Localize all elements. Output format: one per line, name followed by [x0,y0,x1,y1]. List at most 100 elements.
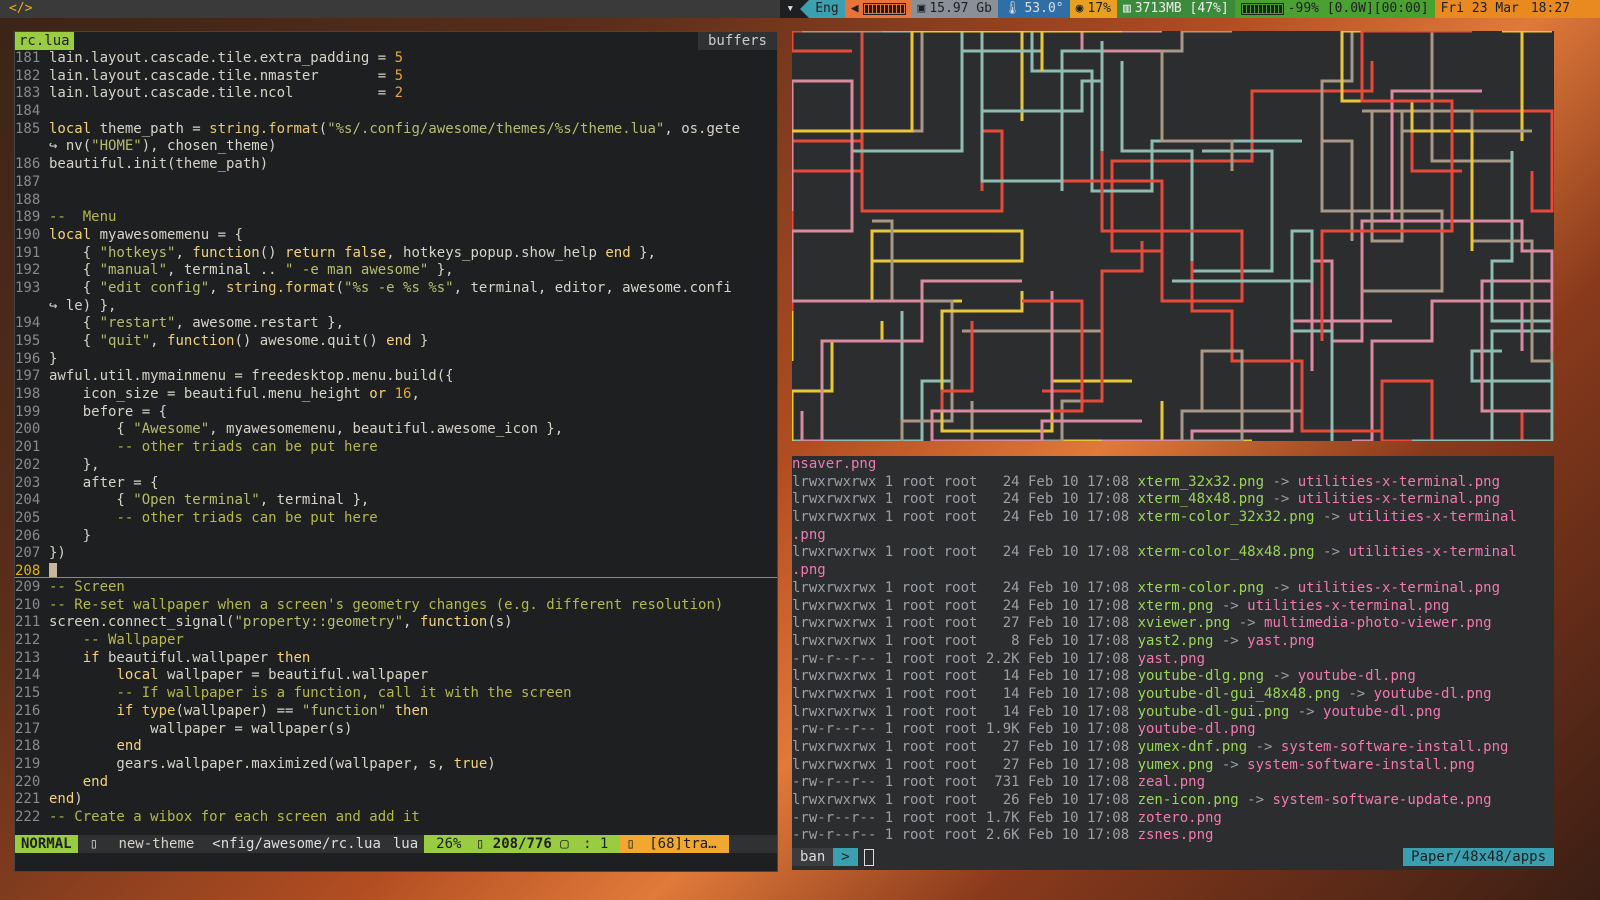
line-text: gears.wallpaper.maximized(wallpaper, s, … [49,755,496,772]
ls-line: -rw-r--r-- 1 root root 2.6K Feb 10 17:08… [792,827,1214,844]
code-line[interactable]: 195 { "quit", function() awesome.quit() … [15,333,777,351]
code-line[interactable]: 182 lain.layout.cascade.tile.nmaster = 5 [15,68,777,86]
cpu-icon: ◉ [1075,1,1084,16]
ls-line: -rw-r--r-- 1 root root 1.9K Feb 10 17:08… [792,721,1256,738]
code-line[interactable]: 200 { "Awesome", myawesomemenu, beautifu… [15,421,777,439]
code-line[interactable]: 209 -- Screen [15,579,777,597]
volume-widget[interactable]: ◀ [844,0,912,18]
code-line[interactable]: 186 beautiful.init(theme_path) [15,156,777,174]
code-line[interactable]: 206 } [15,528,777,546]
pipe-segment [1190,261,1382,433]
keyboard-layout[interactable]: Eng [809,0,845,18]
column-value: : 1 [583,836,609,852]
pipe-segment [1022,241,1144,403]
line-text: { "manual", terminal .. " -e man awesome… [49,262,454,279]
code-line[interactable]: 217 wallpaper = wallpaper(s) [15,721,777,739]
pipes-terminal[interactable] [792,31,1554,441]
code-line[interactable]: 214 local wallpaper = beautiful.wallpape… [15,667,777,685]
code-line[interactable]: 185 local theme_path = string.format("%s/… [15,121,777,139]
code-line[interactable]: 201 -- other triads can be put here [15,439,777,457]
line-number: 193 [15,279,41,296]
line-number: 215 [15,685,41,702]
code-line[interactable]: 198 icon_size = beautiful.menu_height or… [15,386,777,404]
code-line[interactable]: 184 [15,103,777,121]
pipe-segment [1470,329,1554,441]
pipe-segment [1502,31,1552,141]
buffers-label[interactable]: buffers [697,32,777,50]
code-line[interactable]: 219 gears.wallpaper.maximized(wallpaper,… [15,756,777,774]
line-text: { "quit", function() awesome.quit() end … [49,333,429,349]
code-line[interactable]: 205 -- other triads can be put here [15,510,777,528]
thermometer-icon: 🌡 [1003,1,1021,16]
clock-widget[interactable]: 18:27 [1524,0,1600,18]
line-number: 181 [15,50,41,66]
code-line[interactable]: 190 local myawesomemenu = { [15,227,777,245]
file-listing-terminal[interactable]: nsaver.png lrwxrwxrwx 1 root root 24 Feb … [792,456,1554,870]
battery-value: -99% [0.0W][00:00] [1287,1,1429,16]
code-line[interactable]: 188 [15,192,777,210]
mode-indicator: NORMAL [15,835,78,853]
line-text: -- Screen [49,579,125,595]
line-text: -- Create a wibox for each screen and ad… [49,808,420,825]
tag-code[interactable]: </> [0,0,780,18]
code-line[interactable]: 216 if type(wallpaper) == "function" the… [15,703,777,721]
code-line[interactable]: 191 { "hotkeys", function() return false… [15,245,777,263]
mem-widget: ▥ 3713MB [47%] [1116,0,1235,18]
line-text: beautiful.init(theme_path) [49,156,269,173]
line-text: { "Open terminal", terminal }, [49,492,370,509]
file-tab[interactable]: rc.lua [15,32,74,50]
code-line[interactable]: 204 { "Open terminal", terminal }, [15,492,777,510]
code-pane-top[interactable]: 181 lain.layout.cascade.tile.extra_paddin… [15,50,777,581]
code-line[interactable]: 194 { "restart", awesome.restart }, [15,315,777,333]
ls-output: nsaver.png lrwxrwxrwx 1 root root 24 Feb … [792,456,1554,845]
line-text: -- Re-set wallpaper when a screen's geom… [49,596,724,613]
branch-name: new-theme [118,836,195,852]
disk-value: 15.97 Gb [929,1,992,16]
pipe-segment [930,291,1142,441]
code-line[interactable]: ↪ nv("HOME"), chosen_theme) [15,138,777,156]
code-line[interactable]: 199 before = { [15,404,777,422]
layout-indicator[interactable]: ▾ [780,0,800,18]
code-line[interactable]: 187 [15,174,777,192]
line-number: 221 [15,791,41,808]
code-line[interactable]: 192 { "manual", terminal .. " -e man awe… [15,262,777,280]
line-number: 202 [15,456,41,473]
code-line[interactable]: 183 lain.layout.cascade.tile.ncol = 2 [15,85,777,103]
code-line[interactable]: 213 if beautiful.wallpaper then [15,650,777,668]
code-line[interactable]: 181 lain.layout.cascade.tile.extra_paddin… [15,50,777,68]
code-line[interactable]: 203 after = { [15,475,777,493]
code-line[interactable]: 218 end [15,738,777,756]
line-number: 210 [15,596,41,613]
code-line[interactable]: 196} [15,351,777,369]
line-number: 218 [15,738,41,755]
code-line[interactable]: 211 screen.connect_signal("property::geom… [15,614,777,632]
code-line[interactable]: 220 end [15,774,777,792]
vim-editor-window[interactable]: rc.lua buffers 181 lain.layout.cascade.ti… [14,31,778,872]
line-number: 203 [15,474,41,491]
code-line[interactable]: 221 end) [15,791,777,809]
code-line[interactable]: 210 -- Re-set wallpaper when a screen's g… [15,597,777,615]
line-text: local wallpaper = beautiful.wallpaper [116,667,429,684]
code-line[interactable]: 222 -- Create a wibox for each screen and… [15,809,777,827]
code-line[interactable]: ↪ le) }, [15,298,777,316]
line-text: { "edit config", string.format("%s -e %s… [49,279,732,296]
prompt-cursor[interactable] [863,849,874,866]
ls-line: lrwxrwxrwx 1 root root 24 Feb 10 17:08 x… [792,597,1450,614]
code-pane-bottom[interactable]: 209 -- Screen 210 -- Re-set wallpaper when … [15,579,777,827]
line-number: 217 [15,720,41,737]
code-line[interactable]: 189 -- Menu [15,209,777,227]
split-divider[interactable] [15,577,777,578]
date-widget[interactable]: Fri 23 Mar [1434,0,1525,18]
ls-line: .png [792,526,826,543]
line-number: 192 [15,262,41,279]
shell-prompt[interactable]: ban > Paper/48x48/apps [792,848,1554,866]
code-line[interactable]: 193 { "edit config", string.format("%s -… [15,280,777,298]
code-line[interactable]: 207}) [15,545,777,563]
line-number: 196 [15,350,41,367]
line-text: if type(wallpaper) == "function" then [116,702,429,719]
code-line[interactable]: 215 -- If wallpaper is a function, call … [15,685,777,703]
code-line[interactable]: 197 awful.util.mymainmenu = freedesktop.m… [15,368,777,386]
code-line[interactable]: 202 }, [15,457,777,475]
code-line[interactable]: 212 -- Wallpaper [15,632,777,650]
pipe-segment [1180,349,1302,441]
